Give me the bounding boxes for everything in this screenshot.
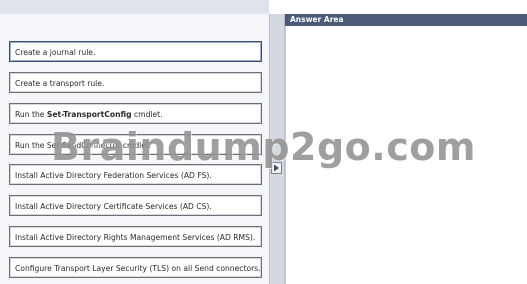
option-create-transport-rule[interactable]: Create a transport rule. bbox=[9, 72, 262, 93]
option-install-ad-fs[interactable]: Install Active Directory Federation Serv… bbox=[9, 164, 262, 185]
arrow-right-icon bbox=[274, 164, 279, 172]
option-install-ad-cs[interactable]: Install Active Directory Certificate Ser… bbox=[9, 195, 262, 216]
move-to-answer-button[interactable] bbox=[271, 162, 282, 174]
option-prefix: Run the bbox=[15, 110, 47, 119]
answer-area-dropzone[interactable] bbox=[285, 26, 527, 284]
option-install-ad-rms[interactable]: Install Active Directory Rights Manageme… bbox=[9, 226, 262, 247]
top-band bbox=[0, 0, 269, 14]
answer-area-title: Answer Area bbox=[285, 14, 527, 26]
choices-pane: Create a journal rule. Create a transpor… bbox=[0, 14, 269, 284]
option-run-set-sendconnector[interactable]: Run the Set-SendConnector cmdlet. bbox=[9, 134, 262, 155]
option-run-set-transportconfig[interactable]: Run the Set-TransportConfig cmdlet. bbox=[9, 103, 262, 124]
pane-divider bbox=[269, 14, 285, 284]
option-cmdlet-name: Set-TransportConfig bbox=[46, 110, 132, 119]
option-suffix: cmdlet. bbox=[131, 110, 163, 119]
option-configure-tls[interactable]: Configure Transport Layer Security (TLS)… bbox=[9, 257, 262, 278]
option-create-journal-rule[interactable]: Create a journal rule. bbox=[9, 41, 262, 62]
